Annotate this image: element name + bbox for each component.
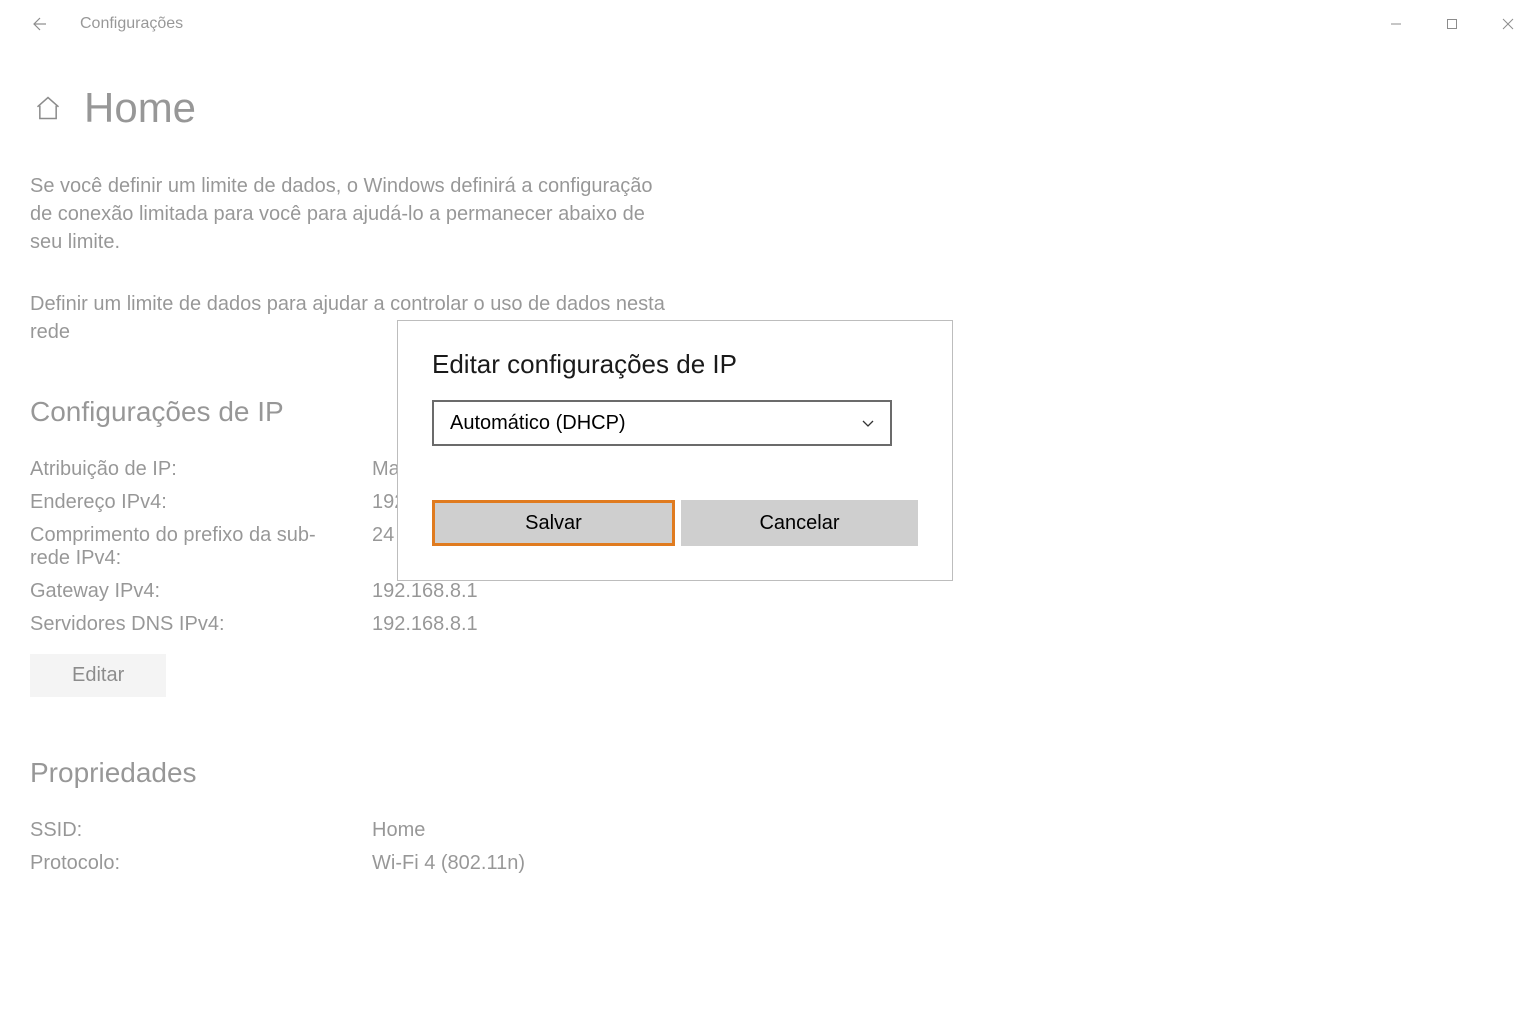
- cancel-button[interactable]: Cancelar: [681, 500, 918, 546]
- close-button[interactable]: [1480, 4, 1536, 44]
- prop-label: SSID:: [30, 819, 372, 842]
- dialog-button-row: Salvar Cancelar: [432, 500, 918, 546]
- app-title: Configurações: [80, 15, 183, 33]
- properties-heading: Propriedades: [30, 757, 1506, 789]
- page-title: Home: [84, 84, 196, 132]
- ip-label: Gateway IPv4:: [30, 580, 372, 603]
- properties-table: SSID: Home Protocolo: Wi-Fi 4 (802.11n): [30, 819, 1506, 875]
- edit-button[interactable]: Editar: [30, 654, 166, 697]
- ip-mode-dropdown[interactable]: Automático (DHCP): [432, 400, 892, 446]
- minimize-button[interactable]: [1368, 4, 1424, 44]
- back-button[interactable]: [18, 4, 58, 44]
- prop-value: Wi-Fi 4 (802.11n): [372, 852, 1506, 875]
- dropdown-value: Automático (DHCP): [450, 412, 626, 435]
- ip-value: 192.168.8.1: [372, 580, 1506, 603]
- titlebar: Configurações: [0, 0, 1536, 48]
- maximize-button[interactable]: [1424, 4, 1480, 44]
- dialog-title: Editar configurações de IP: [432, 349, 918, 380]
- chevron-down-icon: [860, 415, 876, 431]
- ip-label: Endereço IPv4:: [30, 491, 372, 514]
- edit-ip-dialog: Editar configurações de IP Automático (D…: [397, 320, 953, 581]
- prop-value: Home: [372, 819, 1506, 842]
- back-arrow-icon: [29, 15, 47, 33]
- ip-label: Atribuição de IP:: [30, 458, 372, 481]
- ip-value: 192.168.8.1: [372, 613, 1506, 636]
- prop-label: Protocolo:: [30, 852, 372, 875]
- ip-label: Comprimento do prefixo da sub-rede IPv4:: [30, 524, 330, 570]
- maximize-icon: [1446, 18, 1458, 30]
- description-text: Se você definir um limite de dados, o Wi…: [30, 172, 670, 256]
- minimize-icon: [1390, 18, 1402, 30]
- save-button[interactable]: Salvar: [432, 500, 675, 546]
- ip-label: Servidores DNS IPv4:: [30, 613, 372, 636]
- window-controls: [1368, 4, 1536, 44]
- page-heading-row: Home: [30, 84, 1506, 132]
- close-icon: [1502, 18, 1514, 30]
- home-icon: [34, 94, 62, 122]
